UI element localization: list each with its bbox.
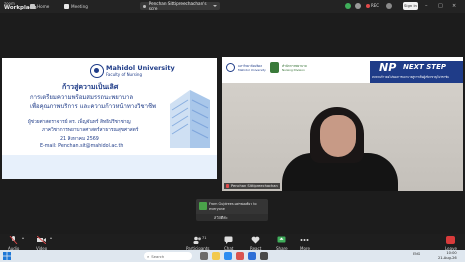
np-subtitle: ทบทวนก้าวต่อไปของการพยาบาลสู่การเป็นผู้เ… [372,75,450,79]
slide-university: Mahidol University [106,64,175,72]
participants-count: 71 [202,236,207,240]
rec-label: REC [371,3,380,8]
shared-slide: Mahidol University Faculty of Nursing ก้… [2,58,217,179]
chevron-down-icon [213,5,217,7]
edge-browser-icon[interactable] [224,252,232,260]
audio-button[interactable]: Audio [8,236,19,251]
camera-icon [37,236,47,244]
slide-background-shape [2,155,217,179]
zoom-window: zoom Workplace Home Meeting Penchan Sitt… [0,0,465,262]
search-icon: ⌕ [147,253,150,259]
maximize-icon[interactable]: □ [438,3,443,9]
taskbar-search[interactable]: ⌕ Search [144,252,192,260]
os-taskbar: ⌕ Search ENG 10:00 21-Aug-26 [0,250,465,262]
mahidol-logo-small [226,63,235,72]
nursing-division-logo [270,62,279,73]
participant-name: Penchan Sittipreechachan [231,184,278,188]
building-illustration [170,90,210,148]
heart-icon [251,236,260,244]
screen-share-icon [143,4,146,8]
tab-meeting[interactable]: Meeting [64,3,88,10]
next-step-label: NEXT STEP [403,63,446,71]
np-label: NP [379,61,397,74]
slide-subtitle-2: เพื่อคุณภาพบริการ และความก้าวหน้าทางวิชา… [30,103,156,110]
top-bar: zoom Workplace Home Meeting Penchan Sitt… [0,0,465,13]
connection-icon[interactable] [355,3,361,9]
more-dots-icon [300,239,309,241]
mic-muted-icon [226,184,229,188]
share-screen-icon [277,236,286,243]
minimize-icon[interactable]: – [425,3,428,9]
close-icon[interactable]: × [452,3,456,9]
screen-share-dropdown[interactable]: Penchan Sittipreechachan's scre [140,1,220,11]
system-tray[interactable]: ENG [413,252,420,256]
sender-avatar [199,202,207,210]
banner-text-2: Mahidol University [238,68,266,72]
store-icon[interactable] [260,252,268,260]
task-view-icon[interactable] [200,252,208,260]
audio-options-chevron[interactable] [22,237,24,239]
person-face [320,115,356,157]
slide-email: E-mail: Penchan.sit@mahidol.ac.th [40,144,124,149]
participants-icon [193,236,202,244]
tab-home-label: Home [37,4,50,9]
chat-notification[interactable]: From Gujdrees ผศรพเยพัยว to everyone สวั… [196,199,268,221]
taskbar-clock[interactable]: 10:00 21-Aug-26 [438,251,457,260]
chrome-icon[interactable] [236,252,244,260]
tab-home[interactable]: Home [30,3,49,10]
language-indicator[interactable]: ENG [413,252,420,256]
slide-presenter: ผู้ช่วยศาสตราจารย์ ดร. เพ็ญจันทร์ สิทธิป… [28,120,131,125]
participant-name-tag: Penchan Sittipreechachan [224,183,280,189]
chat-message: สวัสดีค่ะ [214,215,228,220]
leave-icon [446,236,456,244]
meeting-icon [64,4,69,9]
share-button[interactable]: Share [276,236,288,251]
participant-video[interactable]: มหาวิทยาลัยมหิดล Mahidol University สำนั… [222,57,463,191]
mahidol-logo [90,64,104,78]
taskbar-search-placeholder: Search [151,253,165,259]
banner-text-4: Nursing Division [282,68,305,72]
rec-indicator[interactable]: REC [366,3,379,8]
chat-to: everyone [209,207,225,211]
leave-button[interactable]: Leave [445,236,457,251]
file-explorer-icon[interactable] [212,252,220,260]
more-button[interactable]: More [300,236,310,251]
windows-start-icon[interactable] [3,252,11,260]
microphone-icon [9,236,18,244]
clock-date: 21-Aug-26 [438,255,457,260]
sign-in-button[interactable]: Sign in [403,2,418,10]
zoom-taskbar-icon[interactable] [248,252,256,260]
video-options-chevron[interactable] [50,237,52,239]
chat-icon [224,236,233,244]
slide-date: 21 สิงหาคม 2569 [60,137,99,142]
tab-meeting-label: Meeting [71,4,88,9]
screen-share-label: Penchan Sittipreechachan's scre [148,1,207,11]
shield-icon[interactable] [345,3,351,9]
chat-button[interactable]: Chat [224,236,233,251]
home-icon [30,4,35,9]
layout-icon[interactable] [386,3,392,9]
video-button[interactable]: Video [36,236,47,251]
slide-department: ภาควิชาการพยาบาลศาสตร์สาธารณสุขศาสตร์ [42,128,139,133]
record-icon [366,3,370,8]
slide-faculty: Faculty of Nursing [106,72,143,77]
react-button[interactable]: React [250,236,261,251]
